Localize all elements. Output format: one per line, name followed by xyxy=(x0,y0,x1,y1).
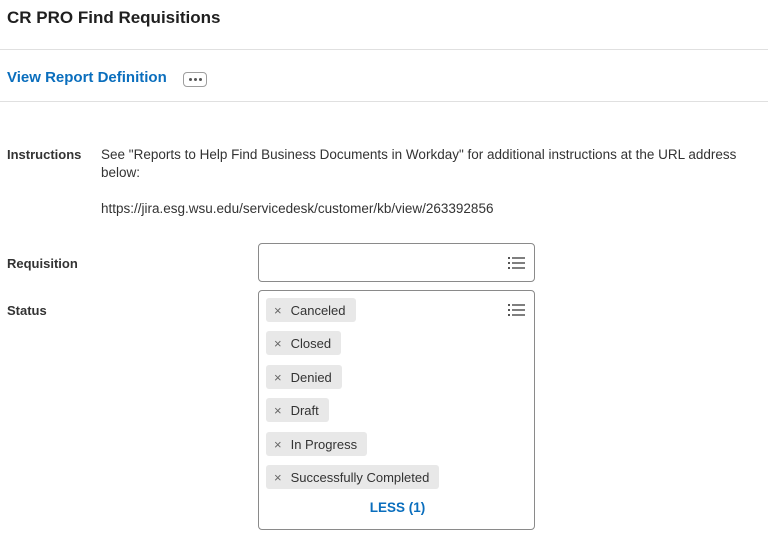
requisition-label: Requisition xyxy=(7,256,78,271)
remove-x-icon[interactable]: × xyxy=(274,303,282,318)
status-pill-label: In Progress xyxy=(290,436,358,452)
status-pill-canceled: × Canceled xyxy=(266,298,356,322)
section-divider xyxy=(0,101,768,102)
remove-x-icon[interactable]: × xyxy=(274,336,282,351)
instructions-text: See "Reports to Help Find Business Docum… xyxy=(101,147,737,180)
status-pill-label: Successfully Completed xyxy=(290,469,430,485)
status-pill-denied: × Denied xyxy=(266,365,342,389)
remove-x-icon[interactable]: × xyxy=(274,437,282,452)
list-prompt-icon[interactable] xyxy=(508,256,525,270)
remove-x-icon[interactable]: × xyxy=(274,470,282,485)
status-multiselect[interactable]: × Canceled × Closed × Denied × Draft × I… xyxy=(258,290,535,530)
page-title: CR PRO Find Requisitions xyxy=(7,8,221,27)
more-actions-button[interactable] xyxy=(183,72,207,87)
list-prompt-icon[interactable] xyxy=(508,303,525,317)
status-label: Status xyxy=(7,303,47,318)
ellipsis-icon xyxy=(188,78,192,81)
remove-x-icon[interactable]: × xyxy=(274,403,282,418)
instructions-label: Instructions xyxy=(7,147,82,162)
ellipsis-icon-dot xyxy=(198,78,202,81)
view-report-definition-link[interactable]: View Report Definition xyxy=(7,69,167,86)
ellipsis-icon-dot xyxy=(193,78,197,81)
status-pill-label: Denied xyxy=(290,369,332,385)
instructions-url: https://jira.esg.wsu.edu/servicedesk/cus… xyxy=(101,201,494,216)
header-divider xyxy=(0,49,768,50)
remove-x-icon[interactable]: × xyxy=(274,370,282,385)
status-pill-label: Canceled xyxy=(290,302,346,318)
status-pill-label: Closed xyxy=(290,335,332,351)
status-pill-successfully-completed: × Successfully Completed xyxy=(266,465,440,489)
requisition-input[interactable] xyxy=(258,243,535,282)
status-pill-draft: × Draft xyxy=(266,398,329,422)
status-pill-in-progress: × In Progress xyxy=(266,432,368,456)
status-pill-label: Draft xyxy=(290,402,319,418)
less-link[interactable]: LESS (1) xyxy=(259,500,536,515)
status-pill-closed: × Closed xyxy=(266,331,342,355)
